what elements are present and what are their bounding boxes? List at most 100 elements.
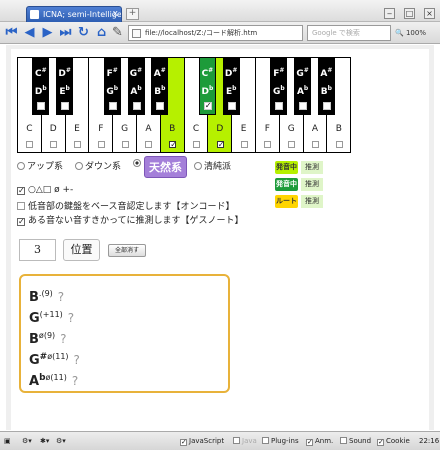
white-key-checkbox[interactable]: [192, 141, 200, 148]
black-key-d-sharp[interactable]: D# Eb: [56, 57, 74, 115]
java-toggle[interactable]: Java: [233, 437, 257, 445]
legend-text: 推測: [301, 178, 323, 191]
cookie-checkbox[interactable]: ✓: [377, 439, 384, 446]
black-key-g-sharp[interactable]: G# Ab: [294, 57, 312, 115]
chord-help-icon[interactable]: ?: [58, 290, 64, 304]
javascript-checkbox[interactable]: ✓: [180, 439, 187, 446]
close-window-button[interactable]: ×: [424, 8, 435, 19]
radio-pure[interactable]: [194, 162, 202, 170]
mode-natural[interactable]: 天然系: [144, 156, 187, 178]
black-key-a-sharp[interactable]: A# Bb: [151, 57, 169, 115]
plugins-toggle[interactable]: Plug-ins: [262, 437, 299, 445]
address-bar[interactable]: file://localhost/Z:/コード解析.htm: [128, 25, 303, 41]
white-key-checkbox[interactable]: [288, 141, 296, 148]
chord-candidate[interactable]: Bø(9)?: [29, 331, 67, 347]
legend-text: 推測: [301, 161, 323, 174]
cookie-toggle[interactable]: ✓ Cookie: [377, 437, 410, 446]
chord-help-icon[interactable]: ?: [72, 374, 78, 388]
search-input[interactable]: Google で検索: [307, 25, 391, 41]
black-key-c-sharp[interactable]: C# Db: [32, 57, 50, 115]
chord-help-icon[interactable]: ?: [68, 311, 74, 325]
radio-natural[interactable]: [133, 159, 141, 167]
mode-up[interactable]: アップ系: [17, 159, 63, 172]
bass-root-label: 低音部の鍵盤をベース音認定します【オンコード】: [28, 202, 235, 212]
clear-all-button[interactable]: 全部消す: [108, 244, 146, 257]
sound-checkbox[interactable]: [340, 437, 347, 444]
radio-up[interactable]: [17, 162, 25, 170]
black-key-checkbox[interactable]: ✓: [203, 102, 212, 110]
browser-tab[interactable]: ICNA; semi-Intellige... x: [26, 6, 122, 22]
java-checkbox[interactable]: [233, 437, 240, 444]
number-input[interactable]: 3: [19, 239, 56, 261]
sound-toggle[interactable]: Sound: [340, 437, 371, 445]
chord-candidate[interactable]: B.(9)?: [29, 289, 64, 305]
black-key-checkbox[interactable]: [108, 102, 117, 110]
white-key-checkbox[interactable]: [264, 141, 272, 148]
black-key-checkbox[interactable]: [132, 102, 141, 110]
javascript-toggle[interactable]: ✓ JavaScript: [180, 437, 224, 446]
home-icon[interactable]: ⌂: [94, 25, 109, 40]
black-key-checkbox[interactable]: [322, 102, 331, 110]
white-key-checkbox[interactable]: [335, 141, 343, 148]
symbols-checkbox[interactable]: ✓: [17, 187, 25, 195]
reload-icon[interactable]: ↻: [76, 25, 91, 40]
black-key-f-sharp[interactable]: F# Gb: [270, 57, 288, 115]
panel-toggle-icon[interactable]: ▣: [4, 437, 11, 445]
white-key-checkbox[interactable]: [73, 141, 81, 148]
chord-candidate[interactable]: Abø(11)?: [29, 373, 78, 389]
black-key-d-sharp[interactable]: D# Eb: [222, 57, 240, 115]
white-key-checkbox[interactable]: ✓: [216, 141, 224, 149]
white-key-checkbox[interactable]: [240, 141, 248, 148]
bass-root-checkbox[interactable]: [17, 202, 25, 210]
black-key-checkbox[interactable]: [299, 102, 308, 110]
tab-close-icon[interactable]: x: [113, 7, 118, 22]
white-key-label: D: [216, 124, 224, 134]
chord-candidate[interactable]: G#ø(11)?: [29, 352, 80, 368]
white-key-checkbox[interactable]: [97, 141, 105, 148]
edit-icon[interactable]: ✎: [110, 25, 125, 40]
zoom-control[interactable]: 🔍 100%: [395, 25, 437, 41]
white-key-checkbox[interactable]: ✓: [169, 141, 177, 149]
chord-quality: (+11): [39, 310, 63, 319]
mode-down[interactable]: ダウン系: [75, 159, 121, 172]
fast-forward-icon[interactable]: ⏭: [58, 25, 73, 40]
maximize-button[interactable]: □: [404, 8, 415, 19]
black-key-g-sharp[interactable]: G# Ab: [127, 57, 145, 115]
settings-icon[interactable]: ✱▾: [40, 437, 49, 445]
mode-pure[interactable]: 清純派: [194, 159, 231, 172]
mode-natural-radio[interactable]: [133, 159, 143, 169]
white-key-checkbox[interactable]: [121, 141, 129, 148]
black-key-flat-label: Ab: [130, 85, 142, 97]
symbols-option[interactable]: ✓ ○△□ ø +-: [17, 185, 73, 195]
plugins-checkbox[interactable]: [262, 437, 269, 444]
white-key-checkbox[interactable]: [26, 141, 34, 148]
chord-help-icon[interactable]: ?: [74, 353, 80, 367]
bass-root-option[interactable]: 低音部の鍵盤をベース音認定します【オンコード】: [17, 199, 235, 212]
chord-candidate[interactable]: G(+11)?: [29, 310, 74, 326]
network-icon[interactable]: ⚙▾: [22, 437, 32, 445]
radio-down[interactable]: [75, 162, 83, 170]
black-key-checkbox[interactable]: [61, 102, 70, 110]
gear-icon[interactable]: ⚙▾: [56, 437, 66, 445]
black-key-checkbox[interactable]: [156, 102, 165, 110]
black-key-c-sharp[interactable]: C# Db ✓: [198, 57, 216, 115]
black-key-checkbox[interactable]: [227, 102, 236, 110]
anim-toggle[interactable]: ✓ Anm.: [306, 437, 333, 446]
black-key-checkbox[interactable]: [275, 102, 284, 110]
black-key-a-sharp[interactable]: A# Bb: [317, 57, 335, 115]
guess-note-checkbox[interactable]: ✓: [17, 218, 25, 226]
position-button[interactable]: 位置: [63, 239, 100, 261]
new-tab-button[interactable]: +: [126, 8, 139, 20]
white-key-checkbox[interactable]: [50, 141, 58, 148]
back-icon[interactable]: ◀: [22, 25, 37, 40]
white-key-checkbox[interactable]: [311, 141, 319, 148]
guess-note-option[interactable]: ✓ ある音ない音すきかってに推測します【ゲスノート】: [17, 213, 244, 226]
anim-checkbox[interactable]: ✓: [306, 439, 313, 446]
forward-icon[interactable]: ▶: [40, 25, 55, 40]
chord-help-icon[interactable]: ?: [60, 332, 66, 346]
first-page-icon[interactable]: ⏮: [4, 25, 19, 40]
minimize-button[interactable]: ‒: [384, 8, 395, 19]
black-key-checkbox[interactable]: [37, 102, 46, 110]
white-key-checkbox[interactable]: [145, 141, 153, 148]
black-key-f-sharp[interactable]: F# Gb: [103, 57, 121, 115]
